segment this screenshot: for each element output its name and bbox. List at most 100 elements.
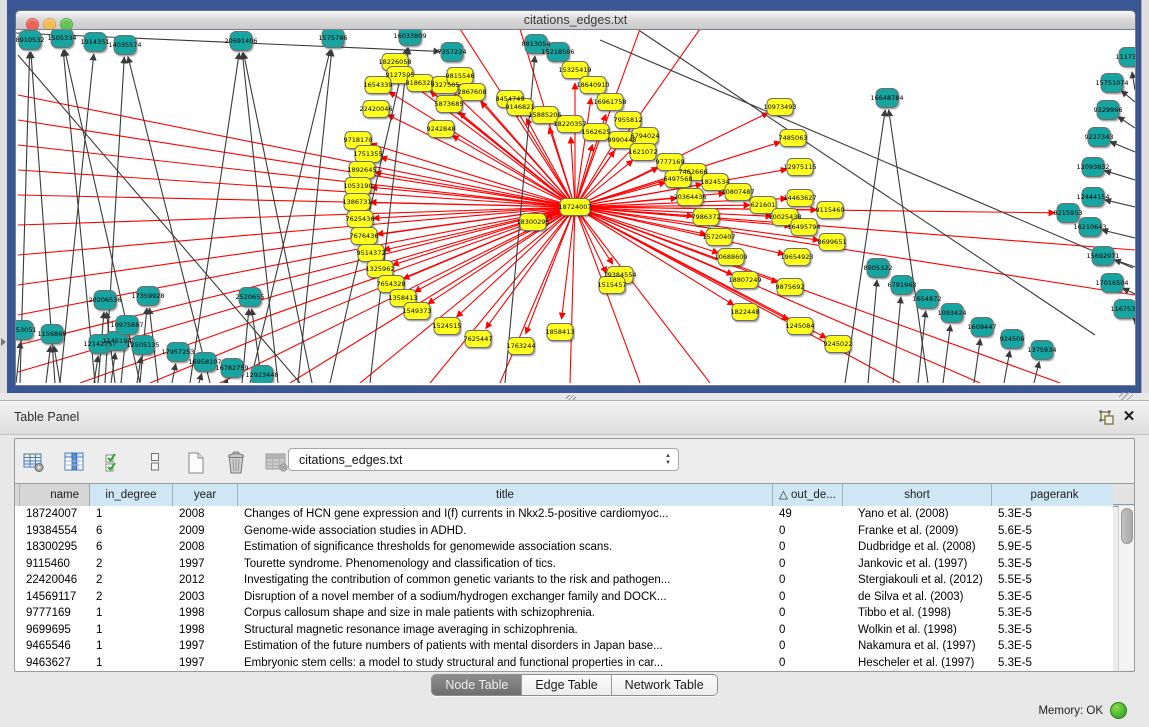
column-header-in_degree[interactable]: in_degree [90, 484, 173, 506]
scrollbar-thumb[interactable] [1121, 508, 1133, 544]
graph-node-label: 9815546 [446, 72, 475, 80]
table-body: 1872400712008Changes of HCN gene express… [15, 506, 1113, 671]
delete-icon[interactable] [223, 449, 249, 475]
graph-node-label: 7625436 [346, 215, 375, 223]
table-cell: Dudbridge et al. (2008) [843, 539, 992, 556]
graph-node-label: 10973493 [763, 103, 796, 111]
new-column-icon[interactable] [183, 449, 209, 475]
import-table-icon[interactable] [264, 449, 290, 475]
column-header-name[interactable]: name [20, 484, 90, 506]
graph-edge [1104, 171, 1135, 180]
attribute-browser: f(x) citations_edges.txt ▲ ▼ namein_degr… [14, 438, 1135, 672]
table-row[interactable]: 946554611997Estimation of the future num… [15, 638, 1113, 655]
splitter-arrow-icon[interactable] [1, 338, 6, 346]
table-row[interactable]: 911546021997Tourette syndrome. Phenomeno… [15, 556, 1113, 573]
tab-edge-table[interactable]: Edge Table [521, 675, 610, 695]
table-row[interactable]: 969969511998Structural magnetic resonanc… [15, 622, 1113, 639]
float-panel-icon[interactable] [1098, 409, 1116, 427]
table-cell: 0 [773, 605, 843, 622]
table-cell: 0 [773, 572, 843, 589]
graph-node-label: 7676436 [350, 232, 379, 240]
table-panel-title: Table Panel [14, 401, 79, 433]
graph-node-label: 6497568 [664, 175, 693, 183]
graph-node-label: 5873685 [435, 100, 464, 108]
memory-status-label: Memory: OK [1038, 705, 1103, 717]
table-cell: 18724007 [20, 506, 90, 523]
graph-node-label: 9227343 [1085, 133, 1114, 141]
scrollbar-corner [1113, 483, 1134, 505]
graph-node-label: 7955812 [614, 116, 643, 124]
column-header-title[interactable]: title [238, 484, 773, 506]
graph-node-label: 1858413 [546, 328, 575, 336]
graph-node-label: 20364436 [673, 193, 706, 201]
table-row[interactable]: 977716911998Corpus callosum shape and si… [15, 605, 1113, 622]
window-titlebar[interactable]: citations_edges.txt [15, 10, 1136, 31]
vertical-scrollbar[interactable] [1118, 506, 1134, 670]
show-columns-icon[interactable] [61, 449, 87, 475]
table-row[interactable]: 946362711997Embryonic stem cells: a mode… [15, 655, 1113, 672]
graph-edge [1102, 230, 1135, 238]
graph-node-label: 12093832 [1076, 163, 1109, 171]
graph-node-label: 16648784 [870, 94, 903, 102]
graph-edge [1034, 362, 1039, 383]
row-format-icon[interactable] [142, 449, 168, 475]
graph-edge [575, 207, 1060, 383]
graph-node-label: 10807487 [721, 188, 754, 196]
column-header-out_de[interactable]: △ out_de... [773, 484, 843, 506]
close-panel-button[interactable]: ✕ [1120, 406, 1138, 426]
graph-node-label: 1654872 [913, 295, 942, 303]
graph-node-label: 621601 [751, 201, 776, 209]
graph-node-label: 8813054 [522, 40, 551, 48]
graph-node-label: 1824534 [701, 178, 730, 186]
table-header-row: namein_degreeyeartitle△ out_de...shortpa… [15, 483, 1134, 507]
graph-node-label: 1575786 [319, 34, 348, 42]
table-cell: Tibbo et al. (1998) [843, 605, 992, 622]
graph-node-label: 18226058 [378, 58, 411, 66]
network-canvas[interactable]: 1872400718300295193845541822605891275058… [15, 29, 1136, 386]
table-row[interactable]: 1830029562008Estimation of significance … [15, 539, 1113, 556]
graph-node-label: 10975887 [110, 321, 143, 329]
graph-node-label: 1358413 [389, 294, 418, 302]
table-row[interactable]: 1456911722003Disruption of a novel membe… [15, 589, 1113, 606]
table-source-value: citations_edges.txt [299, 453, 403, 467]
graph-node-label: 16210643 [1073, 223, 1106, 231]
table-row[interactable]: 2242004622012Investigating the contribut… [15, 572, 1113, 589]
column-header-short[interactable]: short [843, 484, 992, 506]
graph-edge [1114, 260, 1135, 267]
column-header-pagerank[interactable]: pagerank [992, 484, 1118, 506]
table-cell: 5.3E-5 [992, 556, 1113, 573]
column-header-year[interactable]: year [173, 484, 238, 506]
graph-edge [1110, 142, 1135, 152]
table-cell: 1 [90, 506, 173, 523]
table-row[interactable]: 1938455462009Genome-wide association stu… [15, 523, 1113, 540]
graph-node-label: 9115460 [816, 206, 845, 214]
graph-node-label: 12505135 [126, 341, 159, 349]
graph-node-label: 1117304 [1116, 53, 1135, 61]
tab-node-table[interactable]: Node Table [432, 675, 521, 695]
table-cell: 2 [90, 556, 173, 573]
graph-node-label: 15720407 [702, 233, 735, 241]
column-checklist-icon[interactable] [102, 449, 128, 475]
graph-node-label: 1763244 [507, 342, 536, 350]
graph-node-label: 18807249 [728, 276, 761, 284]
table-cell: 1 [90, 605, 173, 622]
graph-edge [575, 98, 591, 207]
table-cell: Investigating the contribution of common… [238, 572, 773, 589]
graph-node-label: 1892645 [348, 166, 377, 174]
graph-node-label: 18220357 [553, 120, 586, 128]
table-mode-icon[interactable] [21, 449, 47, 475]
table-source-dropdown[interactable]: citations_edges.txt ▲ ▼ [288, 448, 679, 471]
graph-node-label: 9875692 [776, 283, 805, 291]
tab-network-table[interactable]: Network Table [611, 675, 717, 695]
graph-node-label: 1053190 [344, 182, 373, 190]
table-cell: 1997 [173, 638, 238, 655]
table-panel-header: Table Panel ✕ [0, 400, 1149, 435]
graph-node-label: 20206536 [88, 296, 121, 304]
memory-status-icon[interactable] [1110, 702, 1127, 719]
table-row[interactable]: 1872400712008Changes of HCN gene express… [15, 506, 1113, 523]
graph-edge [18, 120, 575, 207]
window-title: citations_edges.txt [16, 11, 1135, 30]
table-cell: 6 [90, 523, 173, 540]
graph-node-label: 9242848 [427, 125, 456, 133]
graph-node-label: 10688609 [714, 253, 747, 261]
